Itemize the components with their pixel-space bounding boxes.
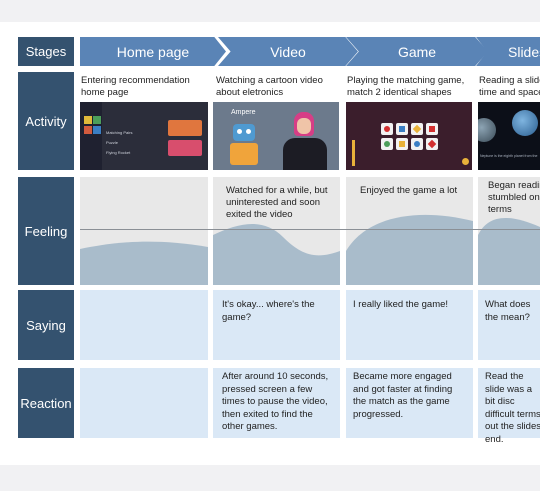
feeling-text-slides: Began reading stumbled on terms [488, 180, 540, 215]
reaction-text-game: Became more engaged and got faster at fi… [353, 371, 453, 420]
reaction-text-video: After around 10 seconds, pressed screen … [222, 371, 329, 432]
presenter [283, 112, 327, 170]
thumbnail-slides: Neptune is the eighth planet from the su… [478, 102, 540, 170]
home-list-item-3: Flying Rocket [106, 150, 131, 155]
game-button [462, 158, 469, 165]
saying-text-game: I really liked the game! [353, 299, 449, 310]
feeling-text-video: Watched for a while, but uninterested an… [226, 185, 328, 220]
stage-home-page: Home page [80, 37, 226, 66]
stage-game: Game [346, 37, 488, 66]
home-sidebar [80, 102, 102, 170]
home-tile-2 [93, 116, 101, 124]
reaction-text-slides: Read the slide was a bit disc difficult … [485, 371, 540, 445]
activity-text-home: Entering recommendation home page [81, 75, 190, 98]
stage-slides-label: Slides [508, 43, 540, 60]
feeling-curve-home [80, 241, 208, 285]
slide-caption: Neptune is the eighth planet from the su… [480, 154, 538, 158]
planet-neptune [512, 110, 538, 136]
saying-text-slides: What does the mean? [485, 299, 531, 323]
home-tile-3 [84, 126, 92, 134]
row-header-stages: Stages [18, 37, 74, 66]
saying-cell-home [80, 290, 208, 360]
feeling-baseline [80, 229, 540, 230]
robot-illustration [225, 124, 263, 170]
saying-text-video: It's okay... where's the game? [222, 299, 315, 323]
thumbnail-game [346, 102, 472, 170]
home-tile-1 [84, 116, 92, 124]
activity-text-video: Watching a cartoon video about eletronic… [216, 75, 323, 98]
stage-video: Video [218, 37, 358, 66]
row-header-reaction: Reaction [18, 368, 74, 438]
home-list-item-2: Puzzle [106, 140, 119, 145]
video-label: Ampere [231, 109, 256, 116]
row-header-activity: Activity [18, 72, 74, 170]
game-glow [352, 140, 355, 166]
activity-text-slides: Reading a slide time and space [479, 75, 540, 98]
game-board [380, 116, 438, 156]
thumbnail-video: Ampere [213, 102, 339, 170]
activity-text-game: Playing the matching game, match 2 ident… [347, 75, 465, 98]
journey-map: Stages Activity Feeling Saying Reaction … [0, 22, 540, 465]
row-header-feeling: Feeling [18, 177, 74, 285]
feeling-text-game: Enjoyed the game a lot [360, 185, 458, 196]
row-header-saying: Saying [18, 290, 74, 360]
home-tile-4 [93, 126, 101, 134]
reaction-cell-home [80, 368, 208, 438]
home-list-item-1: Matching Pairs [106, 130, 133, 135]
feeling-panel-home [80, 177, 208, 285]
planet-large [478, 118, 496, 142]
thumbnail-home-page: Matching Pairs Puzzle Flying Rocket [80, 102, 208, 170]
home-card-pink [168, 140, 202, 156]
home-card-orange [168, 120, 202, 136]
